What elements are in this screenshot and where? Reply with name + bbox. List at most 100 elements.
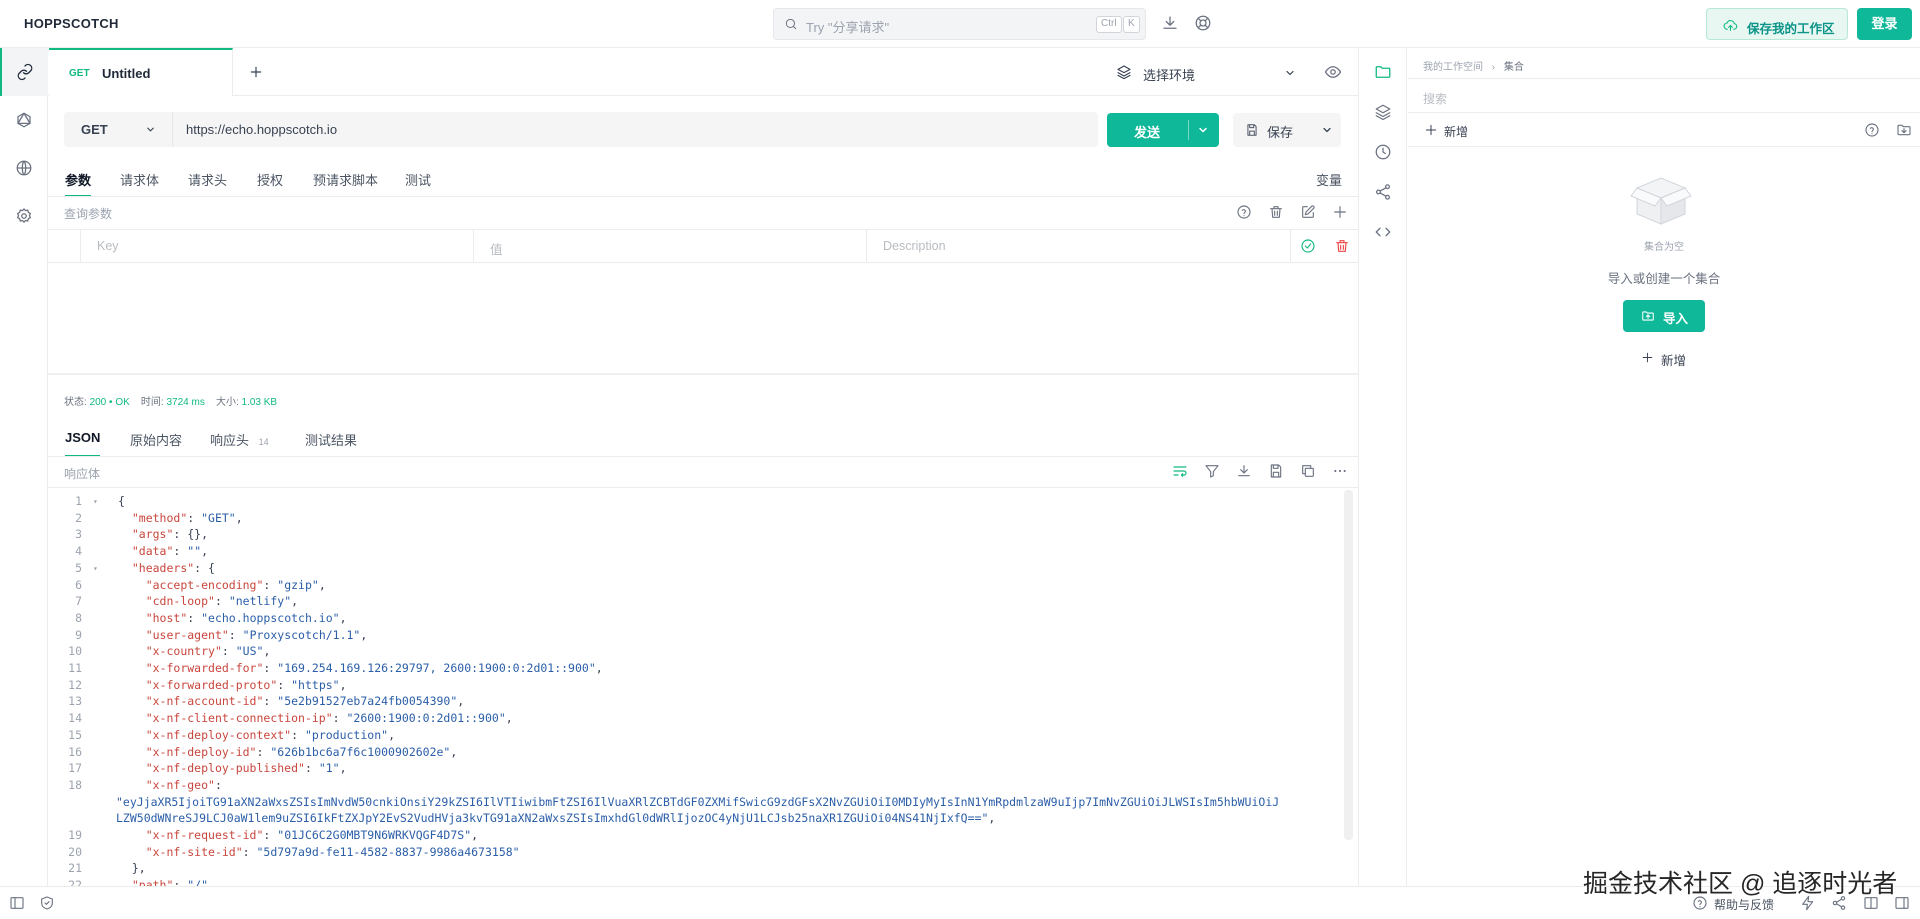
- create-collection-button[interactable]: 新增: [1623, 342, 1705, 374]
- download-response-button[interactable]: [1236, 463, 1252, 479]
- rail-environments[interactable]: [1359, 92, 1407, 132]
- rail-code-snippet[interactable]: [1359, 212, 1407, 252]
- import-collection-button[interactable]: 导入: [1623, 300, 1705, 332]
- collections-help-button[interactable]: [1864, 122, 1880, 138]
- check-circle-icon: [1301, 239, 1315, 253]
- code-scrollbar[interactable]: [1344, 490, 1353, 840]
- size-value: 1.03 KB: [241, 397, 278, 408]
- rail-collections[interactable]: [1359, 52, 1407, 92]
- help-button[interactable]: [1236, 204, 1252, 220]
- json-punct: :: [291, 727, 305, 742]
- param-drag-handle[interactable]: [48, 230, 81, 262]
- nav-realtime[interactable]: [0, 144, 48, 192]
- environment-selector[interactable]: 选择环境: [1116, 58, 1298, 86]
- breadcrumb-workspace[interactable]: 我的工作空间: [1423, 62, 1483, 73]
- code-line: "eyJjaXR5IjoiTG91aXN2aWxsZSIsImNvdW50cnk…: [48, 794, 1338, 811]
- status-text: OK: [115, 397, 130, 408]
- nav-rest[interactable]: [0, 48, 48, 96]
- code-text: "x-nf-geo":: [118, 777, 222, 794]
- tab-prerequest-script[interactable]: 预请求脚本: [313, 170, 378, 189]
- json-string: "/": [187, 878, 209, 886]
- response-code-editor[interactable]: 1 ▾{2 "method": "GET", 3 "args": {}, 4 "dat…: [48, 490, 1344, 886]
- tab-test-results[interactable]: 测试结果: [305, 430, 357, 449]
- code-text: "eyJjaXR5IjoiTG91aXN2aWxsZSIsImNvdW50cnk…: [116, 794, 1279, 811]
- json-key: "user-agent": [145, 627, 229, 642]
- add-param-button[interactable]: [1332, 204, 1348, 220]
- gear-icon: [16, 208, 32, 223]
- chevron-down-icon[interactable]: [1197, 124, 1209, 136]
- empty-collections-label: 集合为空: [1644, 242, 1684, 253]
- sidebar-icon: [10, 897, 24, 909]
- copy-icon: [1302, 465, 1314, 477]
- tab-authorization[interactable]: 授权: [257, 170, 283, 189]
- code-line: 15 "x-nf-deploy-context": "production",: [48, 727, 1338, 744]
- param-toggle-button[interactable]: [1300, 238, 1316, 254]
- param-description-input[interactable]: Description: [867, 230, 1291, 262]
- param-key-input[interactable]: Key: [81, 230, 474, 262]
- environment-eye-button[interactable]: [1324, 63, 1342, 81]
- param-value-input[interactable]: 值: [474, 230, 867, 262]
- rail-share[interactable]: [1359, 172, 1407, 212]
- save-request-button[interactable]: 保存: [1233, 113, 1341, 147]
- pane-resizer[interactable]: [48, 373, 1358, 375]
- search-placeholder: Try "分享请求": [806, 20, 890, 35]
- copy-response-button[interactable]: [1300, 463, 1316, 479]
- send-button[interactable]: 发送: [1107, 113, 1219, 147]
- json-punct: ,: [318, 577, 326, 592]
- line-number: 6: [75, 577, 82, 592]
- new-tab-button[interactable]: [249, 65, 263, 79]
- json-string: "5d797a9d-fe11-4582-8837-9986a4673158": [256, 844, 520, 859]
- support-button[interactable]: [1194, 14, 1212, 32]
- json-punct: {: [118, 494, 125, 508]
- tab-headers[interactable]: 请求头: [188, 170, 227, 189]
- param-delete-button[interactable]: [1334, 238, 1350, 254]
- app-brand[interactable]: HOPPSCOTCH: [24, 16, 119, 31]
- bulk-edit-button[interactable]: [1300, 204, 1316, 220]
- json-punct: :: [277, 677, 292, 692]
- url-input[interactable]: https://echo.hoppscotch.io: [173, 112, 1098, 147]
- save-workspace-button[interactable]: 保存我的工作区: [1706, 8, 1848, 40]
- right-sidebar-rail: [1358, 48, 1407, 886]
- json-punct: ,: [595, 661, 603, 675]
- filter-button[interactable]: [1204, 463, 1220, 479]
- fold-toggle-icon[interactable]: ▾: [93, 493, 98, 510]
- download-button[interactable]: [1161, 14, 1179, 32]
- interceptor-button[interactable]: [39, 895, 55, 911]
- clear-all-button[interactable]: [1268, 204, 1284, 220]
- json-key: "x-nf-account-id": [145, 694, 264, 709]
- save-response-button[interactable]: [1268, 463, 1284, 479]
- nav-settings[interactable]: [0, 192, 48, 240]
- response-tabs: JSON 原始内容 响应头 14 测试结果: [48, 425, 1358, 457]
- code-line: 7 "cdn-loop": "netlify",: [48, 593, 1338, 610]
- tab-variables[interactable]: 变量: [1316, 170, 1342, 189]
- tab-tests[interactable]: 测试: [405, 170, 431, 189]
- breadcrumb-collections[interactable]: 集合: [1504, 62, 1524, 73]
- chevron-down-icon[interactable]: [1321, 124, 1333, 136]
- tab-body[interactable]: 请求体: [120, 170, 159, 189]
- tab-response-headers[interactable]: 响应头 14: [210, 430, 269, 449]
- line-number: 18: [68, 777, 82, 792]
- method-select[interactable]: GET: [64, 112, 172, 147]
- toggle-sidebar-button[interactable]: [9, 895, 25, 911]
- rail-history[interactable]: [1359, 132, 1407, 172]
- request-tab[interactable]: GET Untitled: [49, 48, 233, 96]
- wrap-lines-button[interactable]: [1172, 463, 1188, 479]
- tab-params[interactable]: 参数: [65, 170, 92, 197]
- more-options-button[interactable]: [1332, 463, 1348, 479]
- collections-search-input[interactable]: 搜索: [1423, 90, 1447, 107]
- plus-icon: [1425, 124, 1437, 136]
- line-number: 19: [68, 828, 82, 842]
- tab-raw[interactable]: 原始内容: [130, 430, 182, 449]
- fold-toggle-icon[interactable]: ▾: [93, 560, 98, 577]
- search-box[interactable]: Try "分享请求" Ctrl K: [773, 8, 1146, 40]
- json-string: "eyJjaXR5IjoiTG91aXN2aWxsZSIsImNvdW50cnk…: [116, 794, 1280, 809]
- json-punct: ,: [235, 510, 243, 525]
- collections-import-export-button[interactable]: [1896, 122, 1912, 138]
- login-button[interactable]: 登录: [1857, 8, 1912, 40]
- tab-json[interactable]: JSON: [65, 430, 101, 457]
- nav-graphql[interactable]: [0, 96, 48, 144]
- code-line: 13 "x-nf-account-id": "5e2b91527eb7a24fb…: [48, 693, 1338, 710]
